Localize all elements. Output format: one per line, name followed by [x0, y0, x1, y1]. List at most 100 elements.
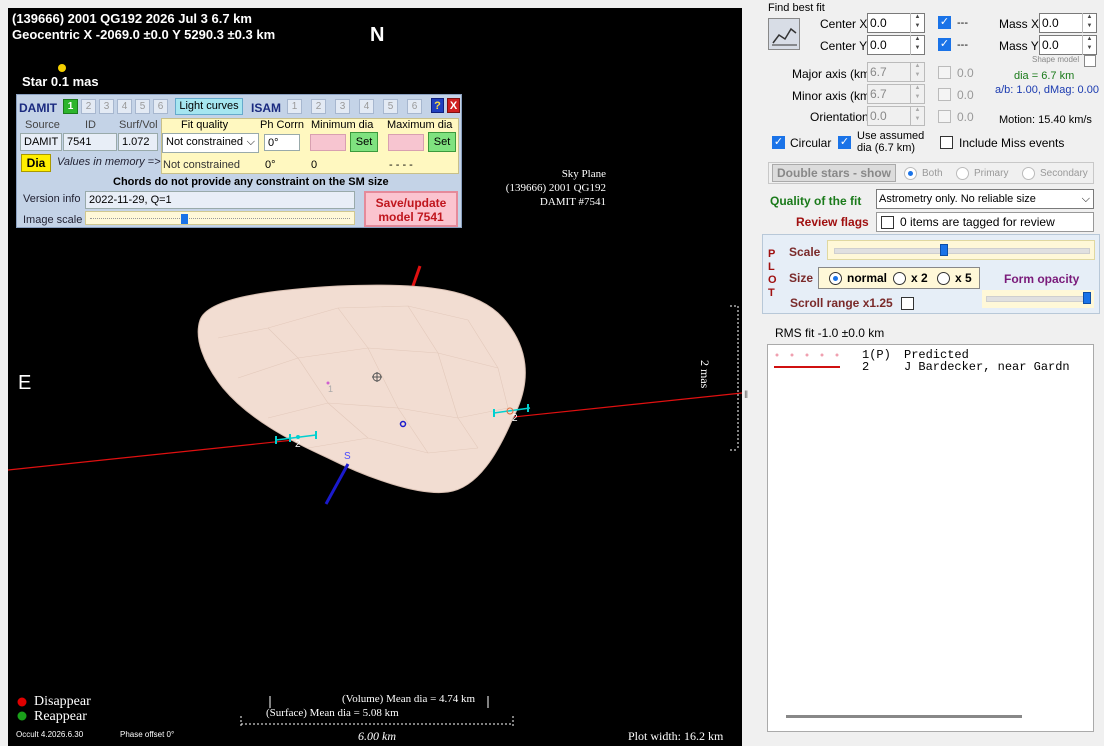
scale-bar-right [730, 305, 739, 451]
double-stars-button[interactable]: Double stars - show [772, 164, 896, 182]
chevron-down-icon: ⌵ [246, 136, 255, 148]
include-miss-label: Include Miss events [959, 136, 1065, 150]
isam-model-6[interactable]: 6 [407, 99, 422, 114]
quality-select[interactable]: Astrometry only. No reliable size ⌵ [876, 189, 1094, 209]
star-marker [58, 64, 66, 72]
find-best-fit-button[interactable] [768, 18, 800, 50]
splitter-handle[interactable]: ‖ [744, 390, 748, 401]
double-stars-primary-radio[interactable] [956, 167, 969, 180]
id-value: 7541 [63, 133, 117, 151]
version-label: Occult 4.2026.6.30 [16, 730, 84, 739]
fit-quality-select[interactable]: Not constrained ⌵ [162, 133, 259, 153]
shape-model-checkbox[interactable] [1084, 55, 1096, 67]
col-id-label: ID [85, 119, 96, 131]
major-axis-spinner[interactable]: ▲ ▼ [910, 62, 924, 82]
center-x-checkbox[interactable]: ✓ [938, 16, 951, 29]
ph-corr-input[interactable]: 0° [264, 134, 300, 151]
isam-model-5[interactable]: 5 [383, 99, 398, 114]
dia-button[interactable]: Dia [21, 154, 51, 172]
scroll-range-checkbox[interactable] [901, 297, 914, 310]
scale-label: Scale [789, 245, 821, 259]
damit-model-5[interactable]: 5 [135, 99, 150, 114]
fit-quality-memory: Not constrained [163, 159, 241, 171]
max-dia-input[interactable] [388, 134, 424, 151]
chords-note: Chords do not provide any constraint on … [113, 176, 389, 188]
north-label: N [370, 24, 385, 46]
list-item-num: 2 [862, 360, 870, 374]
sky-plane-label: Sky Plane (139666) 2001 QG192 DAMIT #754… [478, 167, 606, 209]
scale-slider[interactable] [827, 240, 1095, 260]
major-axis-label: Major axis (km) [792, 67, 875, 81]
observer-list[interactable]: 1(P) Predicted 2 J Bardecker, near Gardn [767, 344, 1094, 732]
observer-line-icon [774, 366, 840, 368]
double-stars-secondary-radio[interactable] [1022, 167, 1035, 180]
size-x5-radio[interactable] [937, 272, 950, 285]
major-axis-checkbox[interactable] [938, 66, 951, 79]
center-x-label: Center X [820, 17, 868, 31]
mass-y-spinner[interactable]: ▲ ▼ [1082, 35, 1096, 55]
center-y-spinner[interactable]: ▲ ▼ [910, 35, 924, 55]
circular-checkbox[interactable]: ✓ [772, 136, 785, 149]
review-flags-box[interactable]: 0 items are tagged for review [876, 212, 1094, 232]
minor-axis-label: Minor axis (km) [792, 89, 875, 103]
orientation-checkbox[interactable] [938, 110, 951, 123]
orientation-spinner[interactable]: ▲ ▼ [910, 106, 924, 126]
damit-model-4[interactable]: 4 [117, 99, 132, 114]
isam-model-2[interactable]: 2 [311, 99, 326, 114]
pole-south-line [324, 463, 350, 505]
circular-label: Circular [790, 136, 832, 150]
save-update-model-button[interactable]: Save/update model 7541 [364, 191, 458, 227]
image-scale-thumb[interactable] [181, 214, 188, 224]
form-opacity-thumb[interactable] [1083, 292, 1091, 304]
minor-axis-checkbox[interactable] [938, 88, 951, 101]
review-flags-checkbox[interactable] [881, 216, 894, 229]
quality-label: Quality of the fit [770, 194, 862, 208]
size-normal-radio[interactable] [829, 272, 842, 285]
horizontal-scrollbar[interactable] [786, 715, 1022, 718]
use-assumed-label: Use assumed dia (6.7 km) [857, 130, 925, 154]
center-y-label: Center Y [820, 39, 868, 53]
sky-plane-line1: Sky Plane [561, 168, 606, 180]
close-icon[interactable]: X [447, 98, 460, 113]
minor-axis-spinner[interactable]: ▲ ▼ [910, 84, 924, 104]
min-dia-input[interactable] [310, 134, 346, 151]
pole-label: S [344, 451, 351, 462]
max-dia-set-button[interactable]: Set [428, 132, 456, 152]
use-assumed-checkbox[interactable]: ✓ [838, 136, 851, 149]
major-axis-fit: 0.0 [957, 66, 974, 80]
damit-model-2[interactable]: 2 [81, 99, 96, 114]
isam-model-1[interactable]: 1 [287, 99, 302, 114]
phase-offset-label: Phase offset 0° [120, 730, 175, 739]
damit-panel: DAMIT 1 2 3 4 5 6 Light curves ISAM 1 2 … [16, 94, 462, 228]
help-icon[interactable]: ? [431, 98, 444, 113]
center-x-spinner[interactable]: ▲ ▼ [910, 13, 924, 33]
disappear-dot [17, 697, 27, 707]
min-dia-memory: 0 [311, 159, 318, 171]
find-best-fit-label: Find best fit [768, 2, 825, 14]
damit-model-3[interactable]: 3 [99, 99, 114, 114]
image-scale-slider[interactable] [85, 211, 355, 225]
center-y-checkbox[interactable]: ✓ [938, 38, 951, 51]
light-curves-button[interactable]: Light curves [175, 98, 243, 115]
scroll-range-label: Scroll range x1.25 [790, 296, 893, 310]
asteroid-shape [197, 284, 526, 494]
list-item-name: J Bardecker, near Gardn [904, 360, 1070, 374]
form-opacity-slider[interactable] [982, 290, 1094, 308]
include-miss-checkbox[interactable] [940, 136, 953, 149]
review-flags-text: 0 items are tagged for review [900, 215, 1055, 229]
scale-thumb[interactable] [940, 244, 948, 256]
fit-chart-icon [772, 27, 797, 46]
mass-x-spinner[interactable]: ▲ ▼ [1082, 13, 1096, 33]
double-stars-both-label: Both [922, 168, 943, 179]
minor-axis-fit: 0.0 [957, 88, 974, 102]
damit-model-1[interactable]: 1 [63, 99, 78, 114]
chord-label-1: 1 [328, 384, 334, 394]
size-x2-radio[interactable] [893, 272, 906, 285]
damit-model-6[interactable]: 6 [153, 99, 168, 114]
double-stars-both-radio[interactable] [904, 167, 917, 180]
isam-model-3[interactable]: 3 [335, 99, 350, 114]
min-dia-set-button[interactable]: Set [350, 132, 378, 152]
col-surfvol-label: Surf/Vol [119, 119, 158, 131]
isam-model-4[interactable]: 4 [359, 99, 374, 114]
sky-plane-plot[interactable]: (139666) 2001 QG192 2026 Jul 3 6.7 km Ge… [8, 8, 742, 746]
